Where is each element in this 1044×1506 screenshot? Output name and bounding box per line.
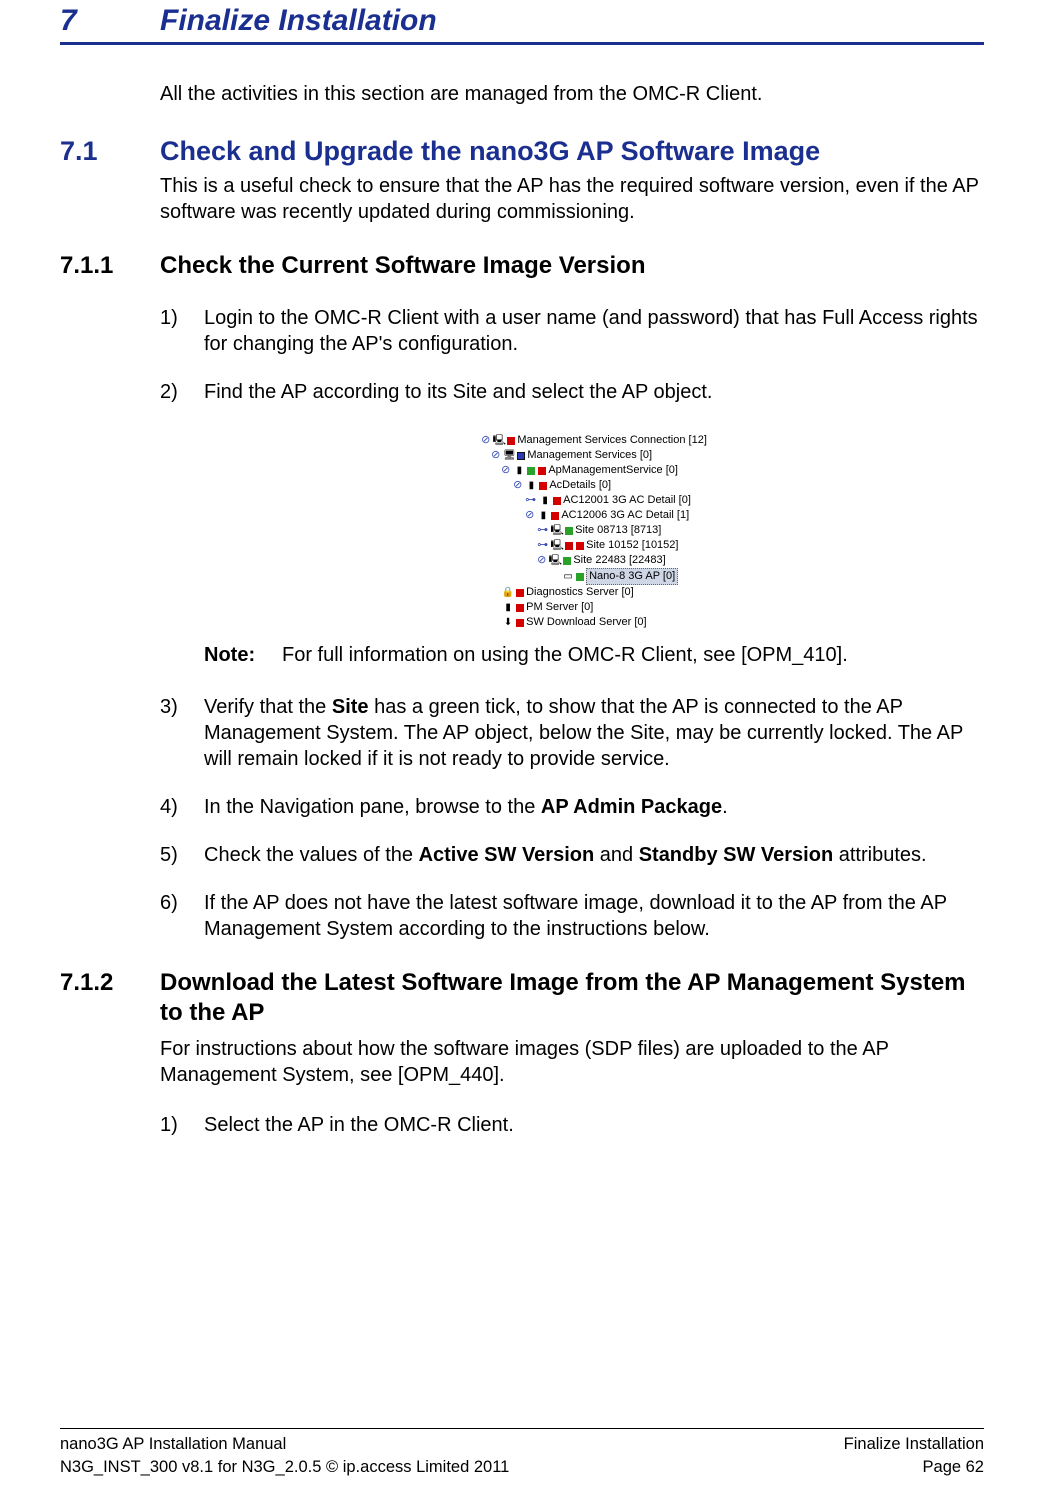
steps-list-7-1-2: 1) Select the AP in the OMC-R Client.: [160, 1112, 984, 1138]
section-7-1-2-heading: 7.1.2 Download the Latest Software Image…: [60, 968, 984, 1028]
tree-figure: ⊘🖳Management Services Connection [12] ⊘🖥…: [204, 433, 984, 630]
bold-term: Standby SW Version: [639, 844, 833, 866]
note-text: For full information on using the OMC-R …: [282, 642, 848, 668]
step-item: 4) In the Navigation pane, browse to the…: [160, 794, 984, 820]
bold-term: AP Admin Package: [541, 796, 722, 818]
step-text: In the Navigation pane, browse to the AP…: [204, 794, 984, 820]
step-number: [160, 427, 204, 688]
section-7-1-desc: This is a useful check to ensure that th…: [160, 173, 984, 225]
tree-node: SW Download Server [0]: [526, 615, 646, 630]
footer-left-1: nano3G AP Installation Manual: [60, 1433, 286, 1455]
footer-right-2: Page 62: [923, 1456, 984, 1478]
step-number: 6): [160, 890, 204, 942]
subsection-title: Check the Current Software Image Version: [160, 251, 645, 281]
step-number: 3): [160, 694, 204, 772]
step-item: 6) If the AP does not have the latest so…: [160, 890, 984, 942]
step-text: If the AP does not have the latest softw…: [204, 890, 984, 942]
section-7-1-1-heading: 7.1.1 Check the Current Software Image V…: [60, 251, 984, 281]
bold-term: Active SW Version: [419, 844, 595, 866]
tree-node: Site 22483 [22483]: [573, 553, 665, 568]
tree-container: ⊘🖳Management Services Connection [12] ⊘🖥…: [204, 427, 984, 688]
tree-node: Site 08713 [8713]: [575, 523, 661, 538]
section-7-1-2-desc: For instructions about how the software …: [160, 1036, 984, 1088]
subsection-number: 7.1.1: [60, 252, 160, 280]
tree-node: Management Services [0]: [527, 448, 652, 463]
step-number: 1): [160, 1112, 204, 1138]
chapter-title: Finalize Installation: [160, 4, 437, 38]
step-text: Select the AP in the OMC-R Client.: [204, 1112, 984, 1138]
tree-node: AcDetails [0]: [549, 478, 611, 493]
subsection-number: 7.1.2: [60, 969, 160, 997]
tree-node: ApManagementService [0]: [548, 463, 678, 478]
step-item: 1) Login to the OMC-R Client with a user…: [160, 305, 984, 357]
tree-node: Site 10152 [10152]: [586, 538, 678, 553]
step-text: Find the AP according to its Site and se…: [204, 379, 984, 405]
step-item: 3) Verify that the Site has a green tick…: [160, 694, 984, 772]
step-item: ⊘🖳Management Services Connection [12] ⊘🖥…: [160, 427, 984, 688]
section-number: 7.1: [60, 136, 160, 167]
step-text: Login to the OMC-R Client with a user na…: [204, 305, 984, 357]
step-number: 4): [160, 794, 204, 820]
tree-node: Management Services Connection [12]: [517, 433, 707, 448]
step-number: 1): [160, 305, 204, 357]
tree-node: PM Server [0]: [526, 600, 593, 615]
step-item: 2) Find the AP according to its Site and…: [160, 379, 984, 405]
bold-term: Site: [332, 696, 369, 718]
step-item: 1) Select the AP in the OMC-R Client.: [160, 1112, 984, 1138]
step-text: Check the values of the Active SW Versio…: [204, 842, 984, 868]
steps-list-7-1-1: 1) Login to the OMC-R Client with a user…: [160, 305, 984, 942]
chapter-number: 7: [60, 4, 160, 38]
section-7-1-heading: 7.1 Check and Upgrade the nano3G AP Soft…: [60, 136, 984, 167]
tree-node-selected: Nano-8 3G AP [0]: [586, 568, 678, 585]
step-item: 5) Check the values of the Active SW Ver…: [160, 842, 984, 868]
page-footer: nano3G AP Installation Manual Finalize I…: [60, 1428, 984, 1478]
tree-node: AC12006 3G AC Detail [1]: [561, 508, 689, 523]
chapter-rule: [60, 42, 984, 45]
step-number: 2): [160, 379, 204, 405]
section-title: Check and Upgrade the nano3G AP Software…: [160, 136, 820, 167]
tree-node: AC12001 3G AC Detail [0]: [563, 493, 691, 508]
note: Note: For full information on using the …: [204, 642, 984, 668]
footer-right-1: Finalize Installation: [844, 1433, 984, 1455]
chapter-heading: 7 Finalize Installation: [60, 0, 984, 38]
page: 7 Finalize Installation All the activiti…: [0, 0, 1044, 1506]
footer-left-2: N3G_INST_300 v8.1 for N3G_2.0.5 © ip.acc…: [60, 1456, 509, 1478]
step-number: 5): [160, 842, 204, 868]
subsection-title: Download the Latest Software Image from …: [160, 968, 984, 1028]
intro-paragraph: All the activities in this section are m…: [160, 83, 984, 106]
step-text: Verify that the Site has a green tick, t…: [204, 694, 984, 772]
footer-rule: [60, 1428, 984, 1429]
tree-node: Diagnostics Server [0]: [526, 585, 634, 600]
note-label: Note:: [204, 642, 282, 668]
